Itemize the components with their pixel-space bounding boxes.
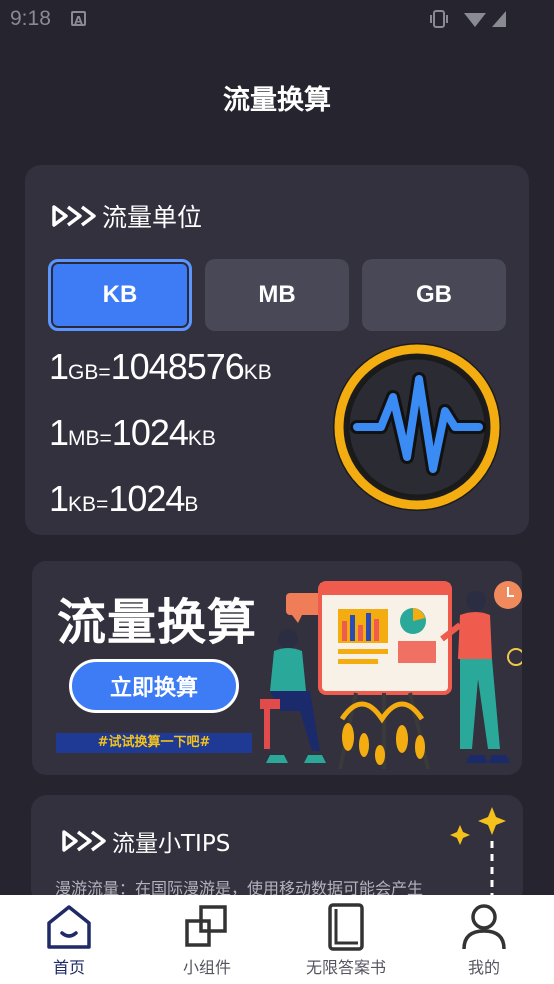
tips-section-heading: 流量小TIPS [62,824,230,858]
banner-title: 流量换算 [57,594,258,651]
conversion-unit: GB [68,361,99,384]
conversion-number: 1048576 [110,346,245,387]
conversion-number: 1 [49,478,69,519]
home-icon [47,905,91,949]
unit-button-mb[interactable]: MB [205,259,349,331]
bottom-nav: 首页 小组件 无限答案书 我的 [0,895,554,984]
tips-heading-label: 流量小TIPS [112,831,231,857]
banner-tag: #试试换算一下吧# [56,733,252,753]
notification-icon: A [71,11,86,27]
status-time: 9:18 [10,7,51,30]
conversion-line-gb: 1GB=1048576KB [49,346,272,388]
conversion-unit: KB [68,493,97,516]
signal-battery-icon [430,10,506,28]
unit-heading-label: 流量单位 [102,203,203,232]
page-title: 流量换算 [223,85,331,116]
conversion-unit: B [184,493,199,516]
conversion-number: 1024 [108,478,185,519]
widgets-icon [185,905,227,947]
unit-section-heading: 流量单位 [52,198,202,234]
profile-icon [462,904,506,950]
conversion-number: 1 [49,346,69,387]
nav-label-answer-book: 无限答案书 [305,958,386,977]
nav-label-profile: 我的 [467,958,500,977]
presentation-illustration [260,581,522,770]
conversion-line-kb: 1KB=1024B [49,478,198,520]
conversion-unit: KB [187,427,216,450]
unit-button-gb[interactable]: GB [362,259,506,331]
conversion-unit: MB [68,427,100,450]
nav-item-profile[interactable]: 我的 [415,895,553,984]
triple-chevron-icon [62,830,106,852]
conversion-equals: = [98,361,111,384]
status-icons [430,8,520,34]
conversion-number: 1024 [111,412,189,453]
nav-label-home: 首页 [52,958,85,977]
conversion-line-mb: 1MB=1024KB [49,412,216,454]
unit-button-kb[interactable]: KB [48,259,192,331]
sparkle-icon [450,807,506,905]
conversion-unit: KB [243,361,272,384]
conversion-equals: = [99,427,112,450]
status-bar: 9:18 A [0,0,554,38]
book-icon [328,903,364,951]
nav-item-widgets[interactable]: 小组件 [138,895,276,984]
nav-item-home[interactable]: 首页 [0,895,138,984]
pulse-logo-icon [333,343,501,511]
convert-now-button[interactable]: 立即换算 [69,659,239,713]
promo-banner[interactable]: 流量换算 立即换算 #试试换算一下吧# [32,561,522,775]
nav-item-answer-book[interactable]: 无限答案书 [277,895,415,984]
conversion-number: 1 [49,412,69,453]
tips-card[interactable]: 流量小TIPS 漫游流量：在国际漫游是，使用移动数据可能会产生 [31,795,523,905]
conversion-equals: = [96,493,109,516]
triple-chevron-icon [52,205,96,227]
nav-label-widgets: 小组件 [182,958,231,977]
